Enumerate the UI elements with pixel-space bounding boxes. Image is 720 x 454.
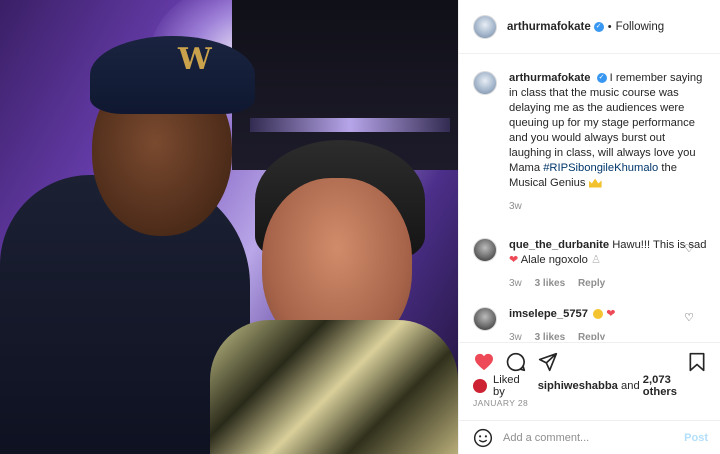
commenter-avatar[interactable] — [473, 307, 497, 331]
comment-meta: 3w 3 likes Reply — [509, 330, 708, 340]
woman-scarf — [210, 320, 458, 454]
caption-body: arthurmafokate ✓ I remember saying in cl… — [509, 71, 708, 214]
caption-meta: 3w — [509, 199, 708, 214]
following-button[interactable]: Following — [616, 21, 665, 33]
post-photo[interactable]: W — [0, 0, 458, 454]
reply-button[interactable]: Reply — [578, 332, 605, 340]
like-comment-heart-icon[interactable]: ♡ — [684, 242, 694, 255]
liker-username[interactable]: siphiweshabba — [538, 380, 618, 392]
commenter-avatar[interactable] — [473, 238, 497, 262]
like-comment-heart-icon[interactable]: ♡ — [684, 311, 694, 324]
comment-meta: 3w 3 likes Reply — [509, 276, 708, 291]
verified-badge-icon: ✓ — [593, 21, 604, 32]
comment-username[interactable]: imselepe_5757 — [509, 308, 588, 320]
reply-button[interactable]: Reply — [578, 278, 605, 289]
author-username[interactable]: arthurmafokate — [507, 21, 591, 33]
caption-text: I remember saying in class that the musi… — [509, 72, 703, 174]
comment-text-b: Alale ngoxolo — [520, 254, 588, 266]
cap-logo: W — [178, 42, 212, 77]
speaker-light-strip — [250, 118, 450, 132]
comment-input[interactable] — [503, 431, 685, 444]
red-heart-emoji-icon: ❤ — [509, 254, 519, 266]
comment-age[interactable]: 3w — [509, 332, 522, 340]
comment-likes[interactable]: 3 likes — [535, 332, 566, 340]
smiley-emoji-icon — [593, 309, 604, 320]
verified-badge-icon: ✓ — [596, 73, 607, 84]
man-cap — [90, 36, 255, 114]
bookmark-save-icon[interactable] — [686, 351, 708, 373]
post-header: arthurmafokate ✓ • Following — [459, 0, 720, 54]
comment-likes[interactable]: 3 likes — [535, 278, 566, 289]
post-date[interactable]: JANUARY 28 — [473, 398, 528, 408]
comments-list: arthurmafokate ✓ I remember saying in cl… — [459, 55, 720, 340]
likes-summary: Liked by siphiweshabba and 2,073 others — [473, 374, 708, 398]
like-heart-icon[interactable] — [473, 351, 495, 373]
emoji-picker-icon[interactable] — [473, 428, 493, 448]
likes-mid: and — [621, 380, 640, 392]
red-heart-emoji-icon: ❤ — [606, 308, 616, 320]
share-send-icon[interactable] — [537, 351, 559, 373]
hands-emoji-icon: ♙ — [591, 254, 602, 266]
post-side-panel: arthurmafokate ✓ • Following arthurmafok… — [458, 0, 720, 454]
post-comment-button[interactable]: Post — [684, 432, 708, 444]
comment-body: imselepe_5757 ❤ 3w 3 likes Reply — [509, 307, 708, 340]
caption-hashtag[interactable]: #RIPSibongileKhumalo — [543, 162, 658, 174]
crown-emoji-icon — [588, 178, 602, 188]
liker-avatar[interactable] — [473, 379, 487, 393]
comment-username[interactable]: que_the_durbanite — [509, 239, 609, 251]
likes-prefix: Liked by — [492, 374, 520, 398]
comment-item: imselepe_5757 ❤ 3w 3 likes Reply ♡ — [473, 307, 708, 340]
comment-bubble-icon[interactable] — [505, 351, 527, 373]
likes-count[interactable]: 2,073 others — [643, 374, 708, 398]
comment-body: que_the_durbanite Hawu!!! This is sad ❤ … — [509, 238, 708, 291]
post-actions — [459, 342, 720, 374]
separator-dot: • — [607, 20, 612, 33]
caption-username[interactable]: arthurmafokate — [509, 72, 590, 84]
comment-age[interactable]: 3w — [509, 278, 522, 289]
caption: arthurmafokate ✓ I remember saying in cl… — [473, 71, 708, 214]
add-comment-bar: Post — [459, 420, 720, 454]
comment-item: que_the_durbanite Hawu!!! This is sad ❤ … — [473, 238, 708, 291]
author-avatar[interactable] — [473, 14, 497, 39]
caption-avatar[interactable] — [473, 71, 497, 95]
caption-age[interactable]: 3w — [509, 201, 522, 212]
